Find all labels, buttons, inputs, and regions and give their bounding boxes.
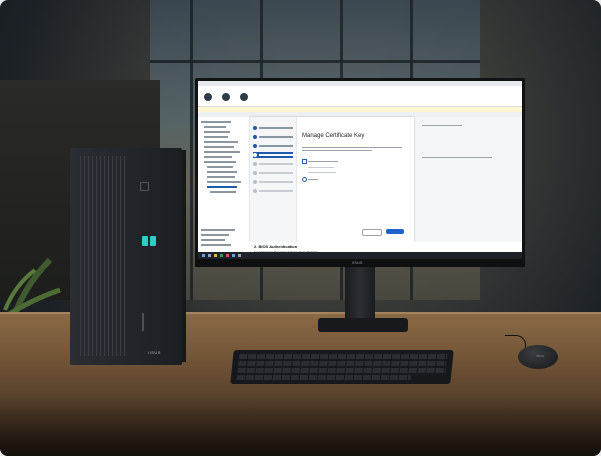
keyboard [230,350,454,384]
checkbox[interactable] [302,159,307,164]
ribbon-icon [222,93,230,101]
start-icon[interactable] [202,254,205,257]
product-photo: /ISUS Manage Certificate Key 2. BIOS Aut… [0,0,601,456]
power-button-icon [140,182,149,191]
taskbar-icon[interactable] [208,254,211,257]
next-button[interactable] [386,229,404,234]
certificate-wizard-dialog: Manage Certificate Key [250,117,414,242]
wizard-step[interactable] [253,134,293,140]
ribbon-icon [240,93,248,101]
taskbar [198,252,522,259]
taskbar-icon[interactable] [238,254,241,257]
section-heading: 2. BIOS Authentication [254,244,298,249]
taskbar-icon[interactable] [232,254,235,257]
monitor-screen: Manage Certificate Key 2. BIOS Authentic… [198,81,522,259]
previous-button[interactable] [362,229,382,236]
monitor-base [318,318,408,332]
wizard-title: Manage Certificate Key [302,133,365,139]
ribbon-toolbar [198,86,522,107]
wizard-step[interactable] [253,143,293,149]
mouse-logo: /ISUS [536,354,544,358]
taskbar-icon[interactable] [214,254,217,257]
usb-port-icon [142,236,148,246]
wizard-step[interactable] [253,188,293,194]
wizard-steps [250,117,297,242]
ribbon-icon [204,93,212,101]
taskbar-icon[interactable] [220,254,223,257]
radio-button[interactable] [302,177,307,182]
desktop-tower [70,148,182,365]
monitor-logo: /ISUS [352,260,363,265]
tower-logo: /ISUS [148,350,161,355]
wizard-step-active[interactable] [253,152,293,158]
wizard-step[interactable] [253,125,293,131]
wizard-step[interactable] [253,179,293,185]
wizard-step[interactable] [253,161,293,167]
taskbar-icon[interactable] [226,254,229,257]
nav-sidebar [198,117,251,259]
wizard-step[interactable] [253,170,293,176]
usb-port-icon [150,236,156,246]
